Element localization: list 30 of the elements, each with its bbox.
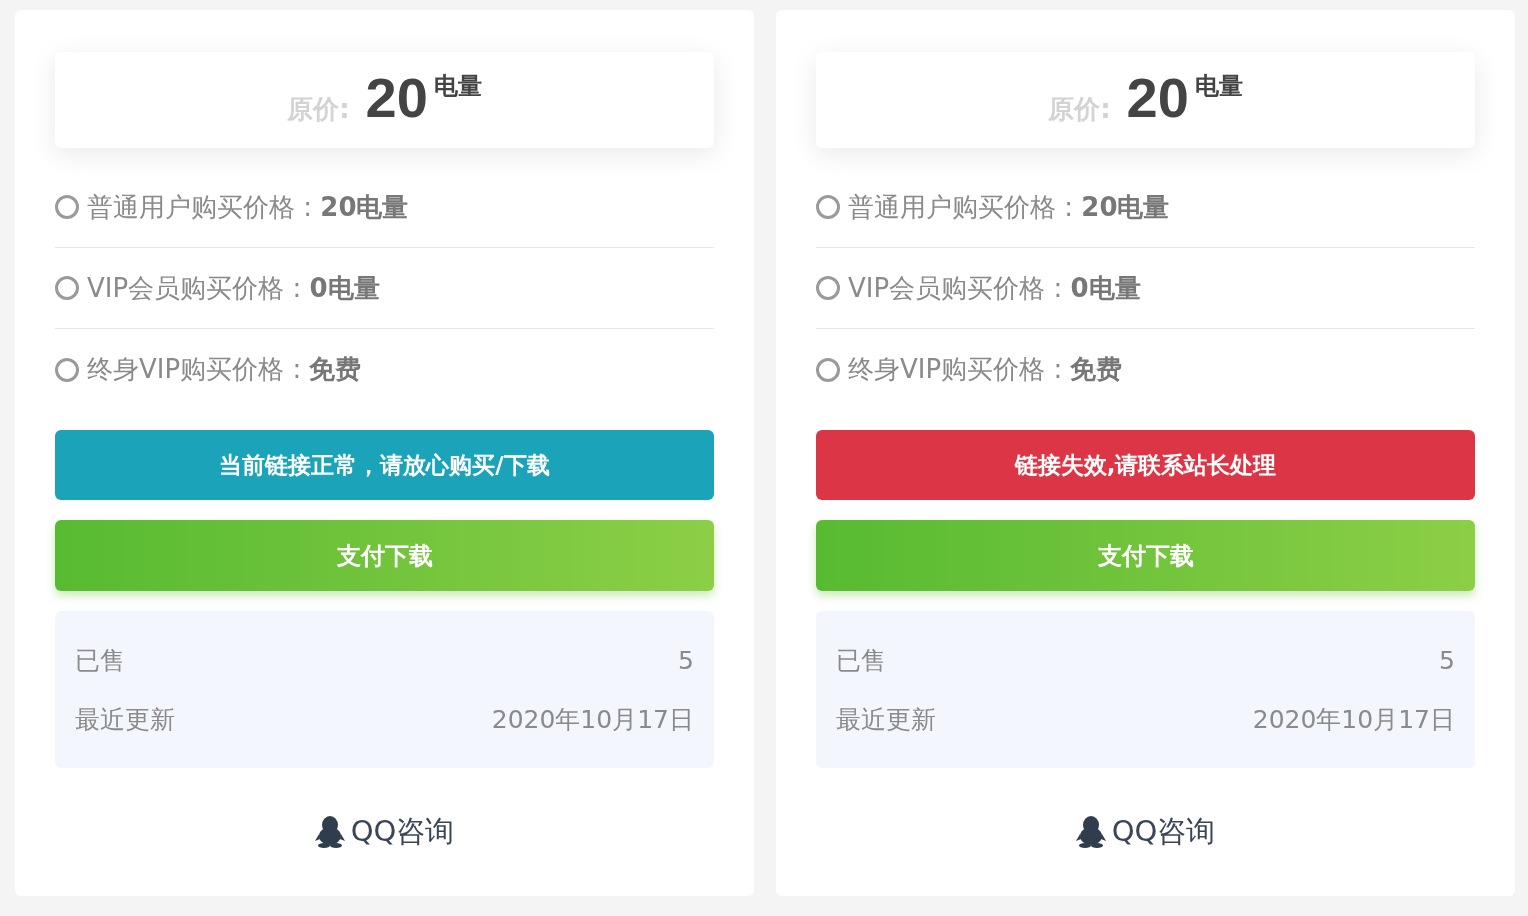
price-unit: 电量 bbox=[433, 74, 482, 98]
price-amount: 20 bbox=[1126, 70, 1189, 126]
price-row-text: 普通用户购买价格 : 20电量 bbox=[87, 190, 409, 224]
price-amount: 20 bbox=[365, 70, 428, 126]
qq-contact-link[interactable]: QQ咨询 bbox=[314, 812, 455, 852]
price-unit: 电量 bbox=[1194, 74, 1243, 98]
stat-value: 5 bbox=[678, 646, 694, 675]
stat-label: 最近更新 bbox=[836, 704, 936, 736]
link-status-banner: 链接失效,请联系站长处理 bbox=[816, 430, 1475, 500]
price-row-text: 普通用户购买价格 : 20电量 bbox=[848, 190, 1170, 224]
ring-icon bbox=[816, 195, 840, 219]
stat-value: 2020年10月17日 bbox=[1252, 704, 1455, 736]
stat-value: 5 bbox=[1439, 646, 1455, 675]
stat-label: 已售 bbox=[75, 645, 125, 677]
ring-icon bbox=[55, 195, 79, 219]
price-row-text: 终身VIP购买价格 : 免费 bbox=[848, 353, 1123, 386]
ring-icon bbox=[816, 276, 840, 300]
qq-contact-link[interactable]: QQ咨询 bbox=[1075, 812, 1216, 852]
penguin-icon bbox=[314, 816, 345, 848]
stat-value: 2020年10月17日 bbox=[491, 704, 694, 736]
ring-icon bbox=[55, 276, 79, 300]
stat-label: 最近更新 bbox=[75, 704, 175, 736]
link-status-banner: 当前链接正常，请放心购买/下载 bbox=[55, 430, 714, 500]
price-row-text: VIP会员购买价格 : 0电量 bbox=[848, 271, 1141, 305]
price-row-text: VIP会员购买价格 : 0电量 bbox=[87, 271, 380, 305]
stat-label: 已售 bbox=[836, 645, 886, 677]
penguin-icon bbox=[1075, 816, 1106, 848]
ring-icon bbox=[55, 357, 79, 382]
price-row-text: 终身VIP购买价格 : 免费 bbox=[87, 353, 362, 386]
ring-icon bbox=[816, 357, 840, 382]
